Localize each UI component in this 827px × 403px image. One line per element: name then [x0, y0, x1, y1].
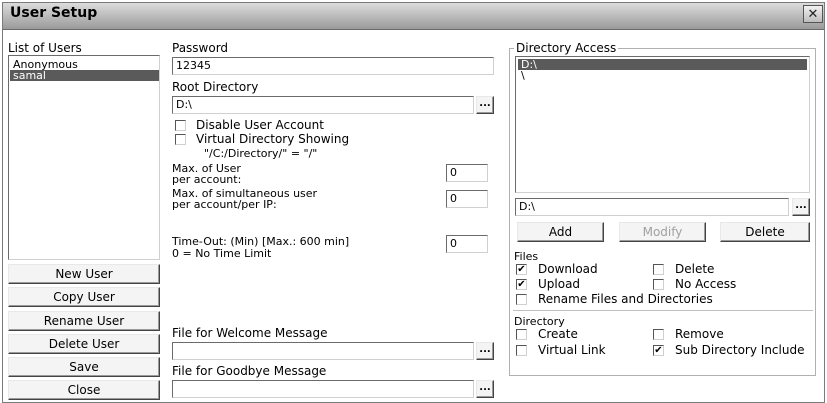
- sub-directory-include-label: Sub Directory Include: [675, 343, 805, 357]
- copy-user-button[interactable]: Copy User: [8, 287, 160, 307]
- root-directory-label: Root Directory: [172, 80, 259, 94]
- close-window-button[interactable]: ✕: [803, 5, 823, 23]
- browse-welcome-file-button[interactable]: ...: [476, 342, 494, 360]
- upload-checkbox[interactable]: ✔: [516, 279, 527, 290]
- no-access-label: No Access: [675, 277, 737, 291]
- virtual-directory-checkbox[interactable]: [175, 134, 186, 145]
- browse-goodbye-file-button[interactable]: ...: [476, 380, 494, 398]
- create-directory-checkbox[interactable]: [516, 329, 527, 340]
- no-access-checkbox[interactable]: [653, 279, 664, 290]
- directory-path-field[interactable]: D:\: [515, 198, 789, 216]
- download-label: Download: [538, 262, 598, 276]
- directory-list-item[interactable]: \: [518, 70, 807, 81]
- goodbye-file-field[interactable]: [172, 380, 474, 398]
- goodbye-file-label: File for Goodbye Message: [172, 364, 327, 378]
- close-icon: ✕: [807, 6, 819, 22]
- check-icon: ✔: [654, 344, 663, 356]
- directory-group-label: Directory: [514, 315, 565, 328]
- rename-files-label: Rename Files and Directories: [538, 292, 713, 306]
- root-directory-field[interactable]: D:\: [172, 96, 474, 114]
- users-list-label: List of Users: [8, 41, 82, 55]
- remove-directory-checkbox[interactable]: [653, 329, 664, 340]
- delete-user-button[interactable]: Delete User: [8, 334, 160, 354]
- users-list[interactable]: Anonymous samal: [8, 55, 160, 260]
- new-user-button[interactable]: New User: [8, 264, 160, 284]
- virtual-link-label: Virtual Link: [538, 343, 606, 357]
- save-button[interactable]: Save: [8, 357, 160, 377]
- max-user-sublabel: per account:: [172, 173, 242, 186]
- virtual-directory-hint: "/C:/Directory/" = "/": [204, 147, 318, 160]
- timeout-field[interactable]: 0: [446, 235, 488, 253]
- download-checkbox[interactable]: ✔: [516, 264, 527, 275]
- directory-list-item[interactable]: D:\: [518, 59, 807, 70]
- title-bar: [3, 3, 824, 30]
- directory-access-list[interactable]: D:\ \: [515, 56, 810, 193]
- password-field[interactable]: 12345: [172, 57, 494, 75]
- disable-account-checkbox[interactable]: [175, 120, 186, 131]
- virtual-link-checkbox[interactable]: [516, 345, 527, 356]
- sub-directory-include-checkbox[interactable]: ✔: [653, 345, 664, 356]
- remove-directory-label: Remove: [675, 327, 724, 341]
- password-label: Password: [172, 41, 229, 55]
- check-icon: ✔: [517, 278, 526, 290]
- user-list-item[interactable]: samal: [10, 70, 159, 81]
- welcome-file-label: File for Welcome Message: [172, 326, 328, 340]
- delete-files-checkbox[interactable]: [653, 264, 664, 275]
- max-simultaneous-field[interactable]: 0: [446, 190, 488, 208]
- timeout-sublabel: 0 = No Time Limit: [172, 247, 272, 260]
- timeout-label: Time-Out: (Min) [Max.: 600 min]: [172, 235, 350, 248]
- max-user-field[interactable]: 0: [446, 164, 488, 182]
- modify-directory-button[interactable]: Modify: [619, 222, 706, 242]
- files-group-label: Files: [514, 250, 539, 263]
- check-icon: ✔: [517, 263, 526, 275]
- disable-account-label: Disable User Account: [196, 118, 324, 132]
- delete-directory-button[interactable]: Delete: [720, 222, 810, 242]
- directory-access-label: Directory Access: [514, 41, 619, 55]
- welcome-file-field[interactable]: [172, 342, 474, 360]
- max-simultaneous-sublabel: per account/per IP:: [172, 198, 277, 211]
- browse-root-directory-button[interactable]: ...: [476, 96, 494, 114]
- rename-user-button[interactable]: Rename User: [8, 311, 160, 331]
- add-directory-button[interactable]: Add: [517, 222, 604, 242]
- close-button[interactable]: Close: [8, 380, 160, 400]
- delete-files-label: Delete: [675, 262, 715, 276]
- virtual-directory-label: Virtual Directory Showing: [196, 132, 350, 146]
- rename-files-checkbox[interactable]: [516, 294, 527, 305]
- browse-directory-button[interactable]: ...: [792, 198, 810, 216]
- section-divider: [513, 310, 813, 311]
- upload-label: Upload: [538, 277, 581, 291]
- create-directory-label: Create: [538, 327, 578, 341]
- window-title: User Setup: [10, 5, 98, 21]
